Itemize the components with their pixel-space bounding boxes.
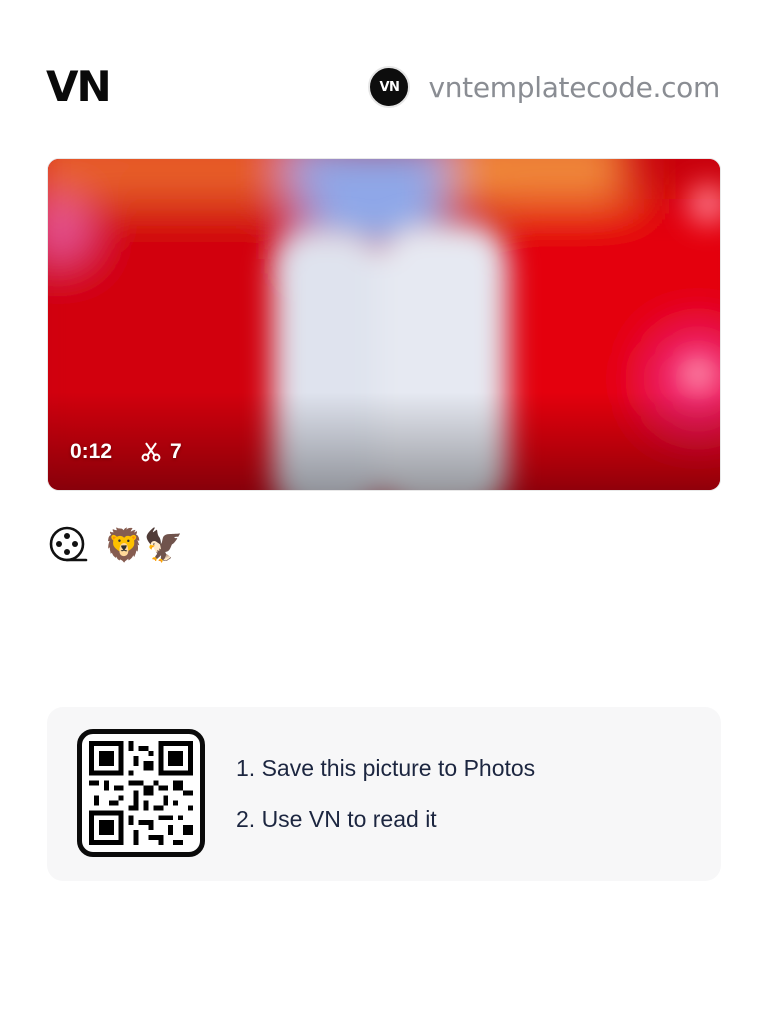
vn-logo: VN — [46, 62, 112, 111]
film-reel-icon — [49, 526, 88, 562]
site-badge-icon: VN — [368, 66, 411, 108]
qr-code-icon — [77, 729, 205, 857]
video-preview[interactable]: 0:12 7 — [47, 158, 721, 491]
video-duration: 0:12 — [70, 440, 113, 463]
qr-step-1: 1. Save this picture to Photos — [236, 755, 536, 781]
qr-instructions-card: 1. Save this picture to Photos 2. Use VN… — [47, 707, 721, 881]
site-url: vntemplatecode.com — [428, 70, 720, 104]
qr-step-2: 2. Use VN to read it — [236, 806, 437, 832]
template-meta: 🦁🦅 — [48, 522, 184, 568]
cut-count: 7 — [170, 440, 182, 463]
qr-steps: 1. Save this picture to Photos 2. Use VN… — [236, 753, 535, 855]
scissors-icon — [141, 442, 161, 462]
site-link[interactable]: VN vntemplatecode.com — [368, 64, 720, 110]
emoji-caption: 🦁🦅 — [104, 527, 184, 563]
